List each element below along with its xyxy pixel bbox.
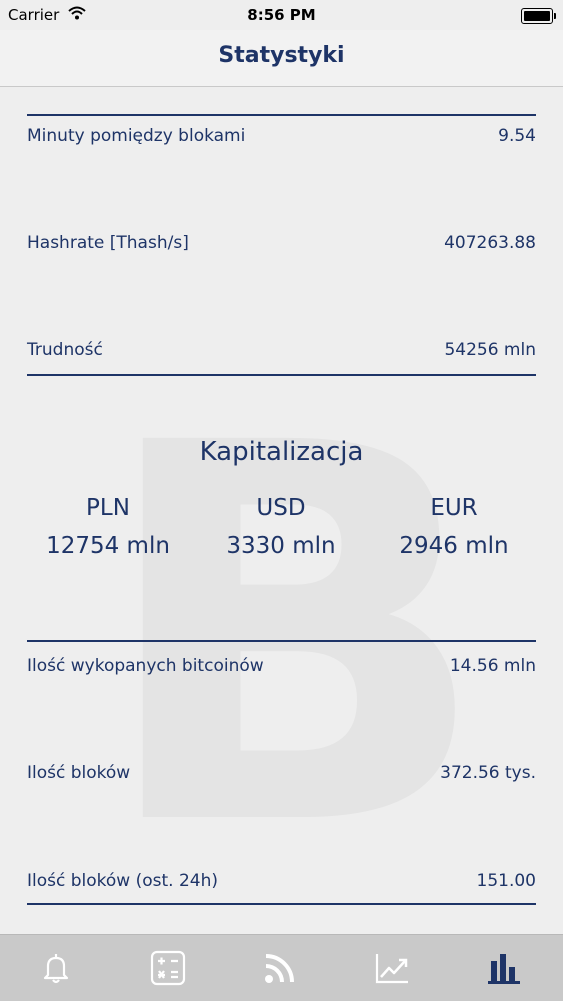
navigation-bar: Statystyki: [0, 30, 563, 87]
stat-row-blocks-24h: Ilość bloków (ost. 24h) 151.00: [27, 871, 536, 895]
currency-amount: 3330 mln: [226, 533, 336, 559]
status-time: 8:56 PM: [247, 6, 316, 24]
stat-row-block-time: Minuty pomiędzy blokami 9.54: [27, 126, 536, 150]
capitalization-eur: EUR 2946 mln: [364, 495, 544, 559]
bitcoin-watermark-icon: B: [95, 334, 492, 934]
stat-value: 407263.88: [444, 233, 536, 253]
statistics-content: B Minuty pomiędzy blokami 9.54 Hashrate …: [0, 87, 563, 934]
currency-label: PLN: [86, 495, 130, 521]
stat-label: Hashrate [Thash/s]: [27, 233, 189, 253]
divider: [27, 640, 536, 642]
bell-icon: [43, 954, 69, 984]
stat-label: Ilość wykopanych bitcoinów: [27, 656, 264, 676]
divider: [27, 374, 536, 376]
currency-amount: 12754 mln: [46, 533, 170, 559]
page-title: Statystyki: [218, 43, 345, 68]
tab-calculator[interactable]: [112, 935, 224, 1001]
battery-icon: [521, 8, 556, 24]
stat-value: 372.56 tys.: [440, 763, 536, 783]
stat-row-difficulty: Trudność 54256 mln: [27, 340, 536, 364]
tab-bar: [0, 934, 563, 1001]
stat-row-mined-bitcoins: Ilość wykopanych bitcoinów 14.56 mln: [27, 656, 536, 680]
rss-icon: [265, 954, 294, 983]
currency-amount: 2946 mln: [399, 533, 509, 559]
stat-row-hashrate: Hashrate [Thash/s] 407263.88: [27, 233, 536, 257]
divider: [27, 903, 536, 905]
capitalization-usd: USD 3330 mln: [191, 495, 371, 559]
capitalization-pln: PLN 12754 mln: [18, 495, 198, 559]
calculator-icon: [150, 950, 186, 986]
stat-label: Ilość bloków (ost. 24h): [27, 871, 219, 891]
tab-statistics[interactable]: [448, 935, 560, 1001]
bar-chart-icon: [488, 954, 520, 984]
stat-value: 151.00: [476, 871, 536, 891]
divider: [27, 114, 536, 116]
stat-value: 14.56 mln: [449, 656, 536, 676]
status-bar: Carrier 8:56 PM: [0, 0, 563, 30]
stat-value: 54256 mln: [444, 340, 536, 360]
tab-alerts[interactable]: [0, 935, 112, 1001]
stat-label: Ilość bloków: [27, 763, 131, 783]
stat-row-block-count: Ilość bloków 372.56 tys.: [27, 763, 536, 787]
capitalization-title: Kapitalizacja: [199, 437, 364, 467]
currency-label: EUR: [430, 495, 478, 521]
stat-label: Trudność: [27, 340, 103, 360]
line-chart-icon: [375, 954, 408, 984]
tab-charts[interactable]: [336, 935, 448, 1001]
tab-news[interactable]: [224, 935, 336, 1001]
currency-label: USD: [256, 495, 306, 521]
stat-value: 9.54: [498, 126, 536, 146]
stat-label: Minuty pomiędzy blokami: [27, 126, 246, 146]
